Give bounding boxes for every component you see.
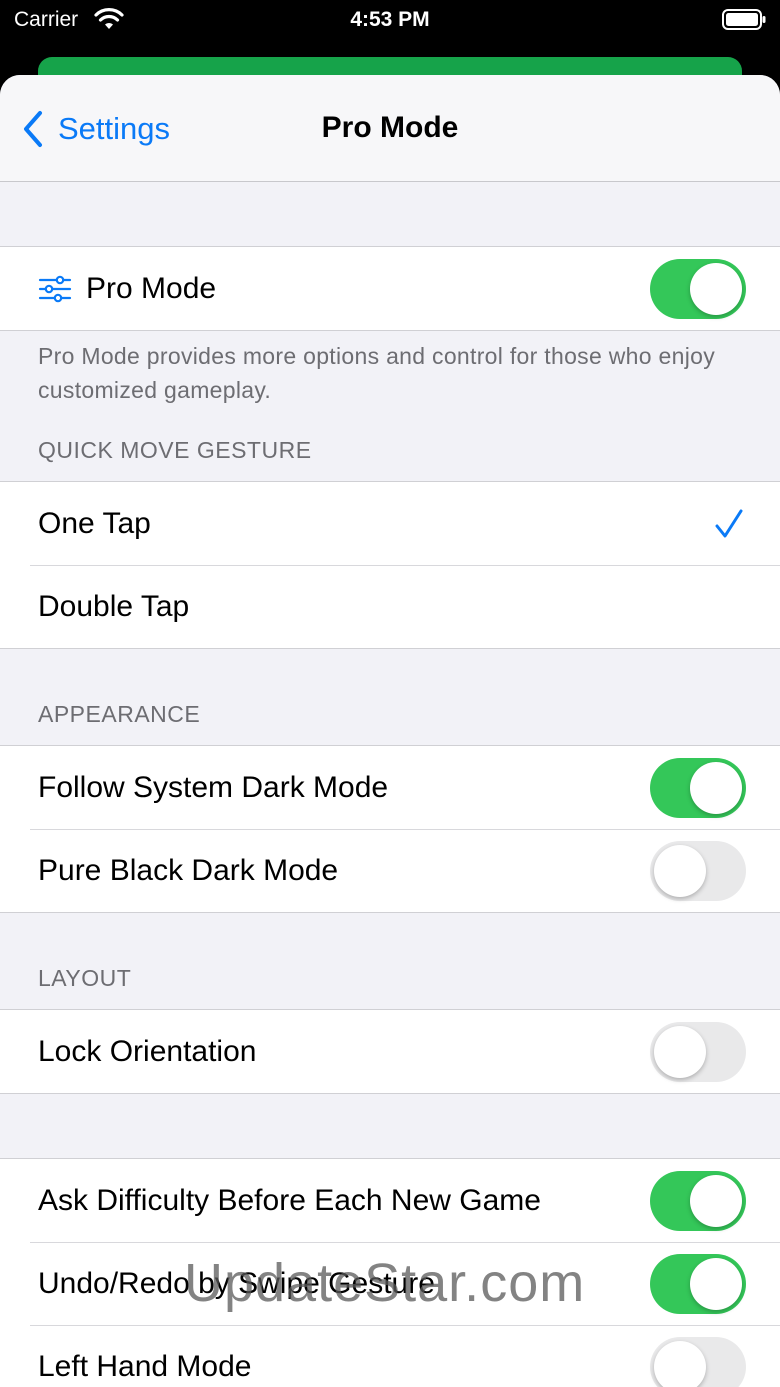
toggle-knob: [654, 844, 706, 897]
section-header-quick-move: QUICK MOVE GESTURE: [38, 437, 312, 463]
navigation-bar: Settings Pro Mode: [0, 75, 780, 182]
ask-difficulty-toggle[interactable]: [650, 1170, 746, 1231]
status-bar: Carrier 4:53 PM: [0, 0, 780, 44]
option-label: One Tap: [38, 506, 151, 540]
watermark: UpdateStar.com: [184, 1253, 586, 1313]
pure-black-dark-mode-row: Pure Black Dark Mode: [0, 829, 780, 912]
quick-move-group: One Tap Double Tap: [0, 481, 780, 649]
toggle-knob: [690, 761, 742, 814]
settings-sheet: Settings Pro Mode Pro Mode Pro Mode prov…: [0, 75, 780, 1387]
lock-orientation-toggle[interactable]: [650, 1021, 746, 1082]
layout-group: Lock Orientation: [0, 1009, 780, 1094]
toggle-knob: [690, 1174, 742, 1227]
section-header-appearance: APPEARANCE: [38, 701, 201, 727]
appearance-group: Follow System Dark Mode Pure Black Dark …: [0, 745, 780, 913]
left-hand-mode-toggle[interactable]: [650, 1336, 746, 1387]
ask-difficulty-row: Ask Difficulty Before Each New Game: [0, 1159, 780, 1242]
follow-system-dark-mode-row: Follow System Dark Mode: [0, 746, 780, 829]
option-one-tap[interactable]: One Tap: [0, 482, 780, 565]
toggle-knob: [654, 1025, 706, 1078]
checkmark-icon: [714, 508, 744, 548]
status-time: 4:53 PM: [350, 8, 430, 31]
pro-mode-group: Pro Mode: [0, 246, 780, 331]
option-label: Double Tap: [38, 589, 190, 623]
pro-mode-row: Pro Mode: [0, 247, 780, 330]
follow-system-dark-mode-toggle[interactable]: [650, 757, 746, 818]
undo-redo-swipe-toggle[interactable]: [650, 1253, 746, 1314]
option-double-tap[interactable]: Double Tap: [0, 565, 780, 648]
pure-black-dark-mode-toggle[interactable]: [650, 840, 746, 901]
toggle-knob: [690, 1257, 742, 1310]
battery-icon: [722, 9, 766, 30]
pro-mode-toggle[interactable]: [650, 258, 746, 319]
lock-orientation-row: Lock Orientation: [0, 1010, 780, 1093]
section-header-layout: LAYOUT: [38, 965, 132, 991]
toggle-knob: [654, 1340, 706, 1387]
pro-mode-description: Pro Mode provides more options and contr…: [38, 343, 716, 403]
sliders-icon: [38, 275, 72, 303]
page-title: Pro Mode: [321, 111, 459, 144]
toggle-knob: [690, 262, 742, 315]
left-hand-mode-row: Left Hand Mode: [0, 1325, 780, 1387]
